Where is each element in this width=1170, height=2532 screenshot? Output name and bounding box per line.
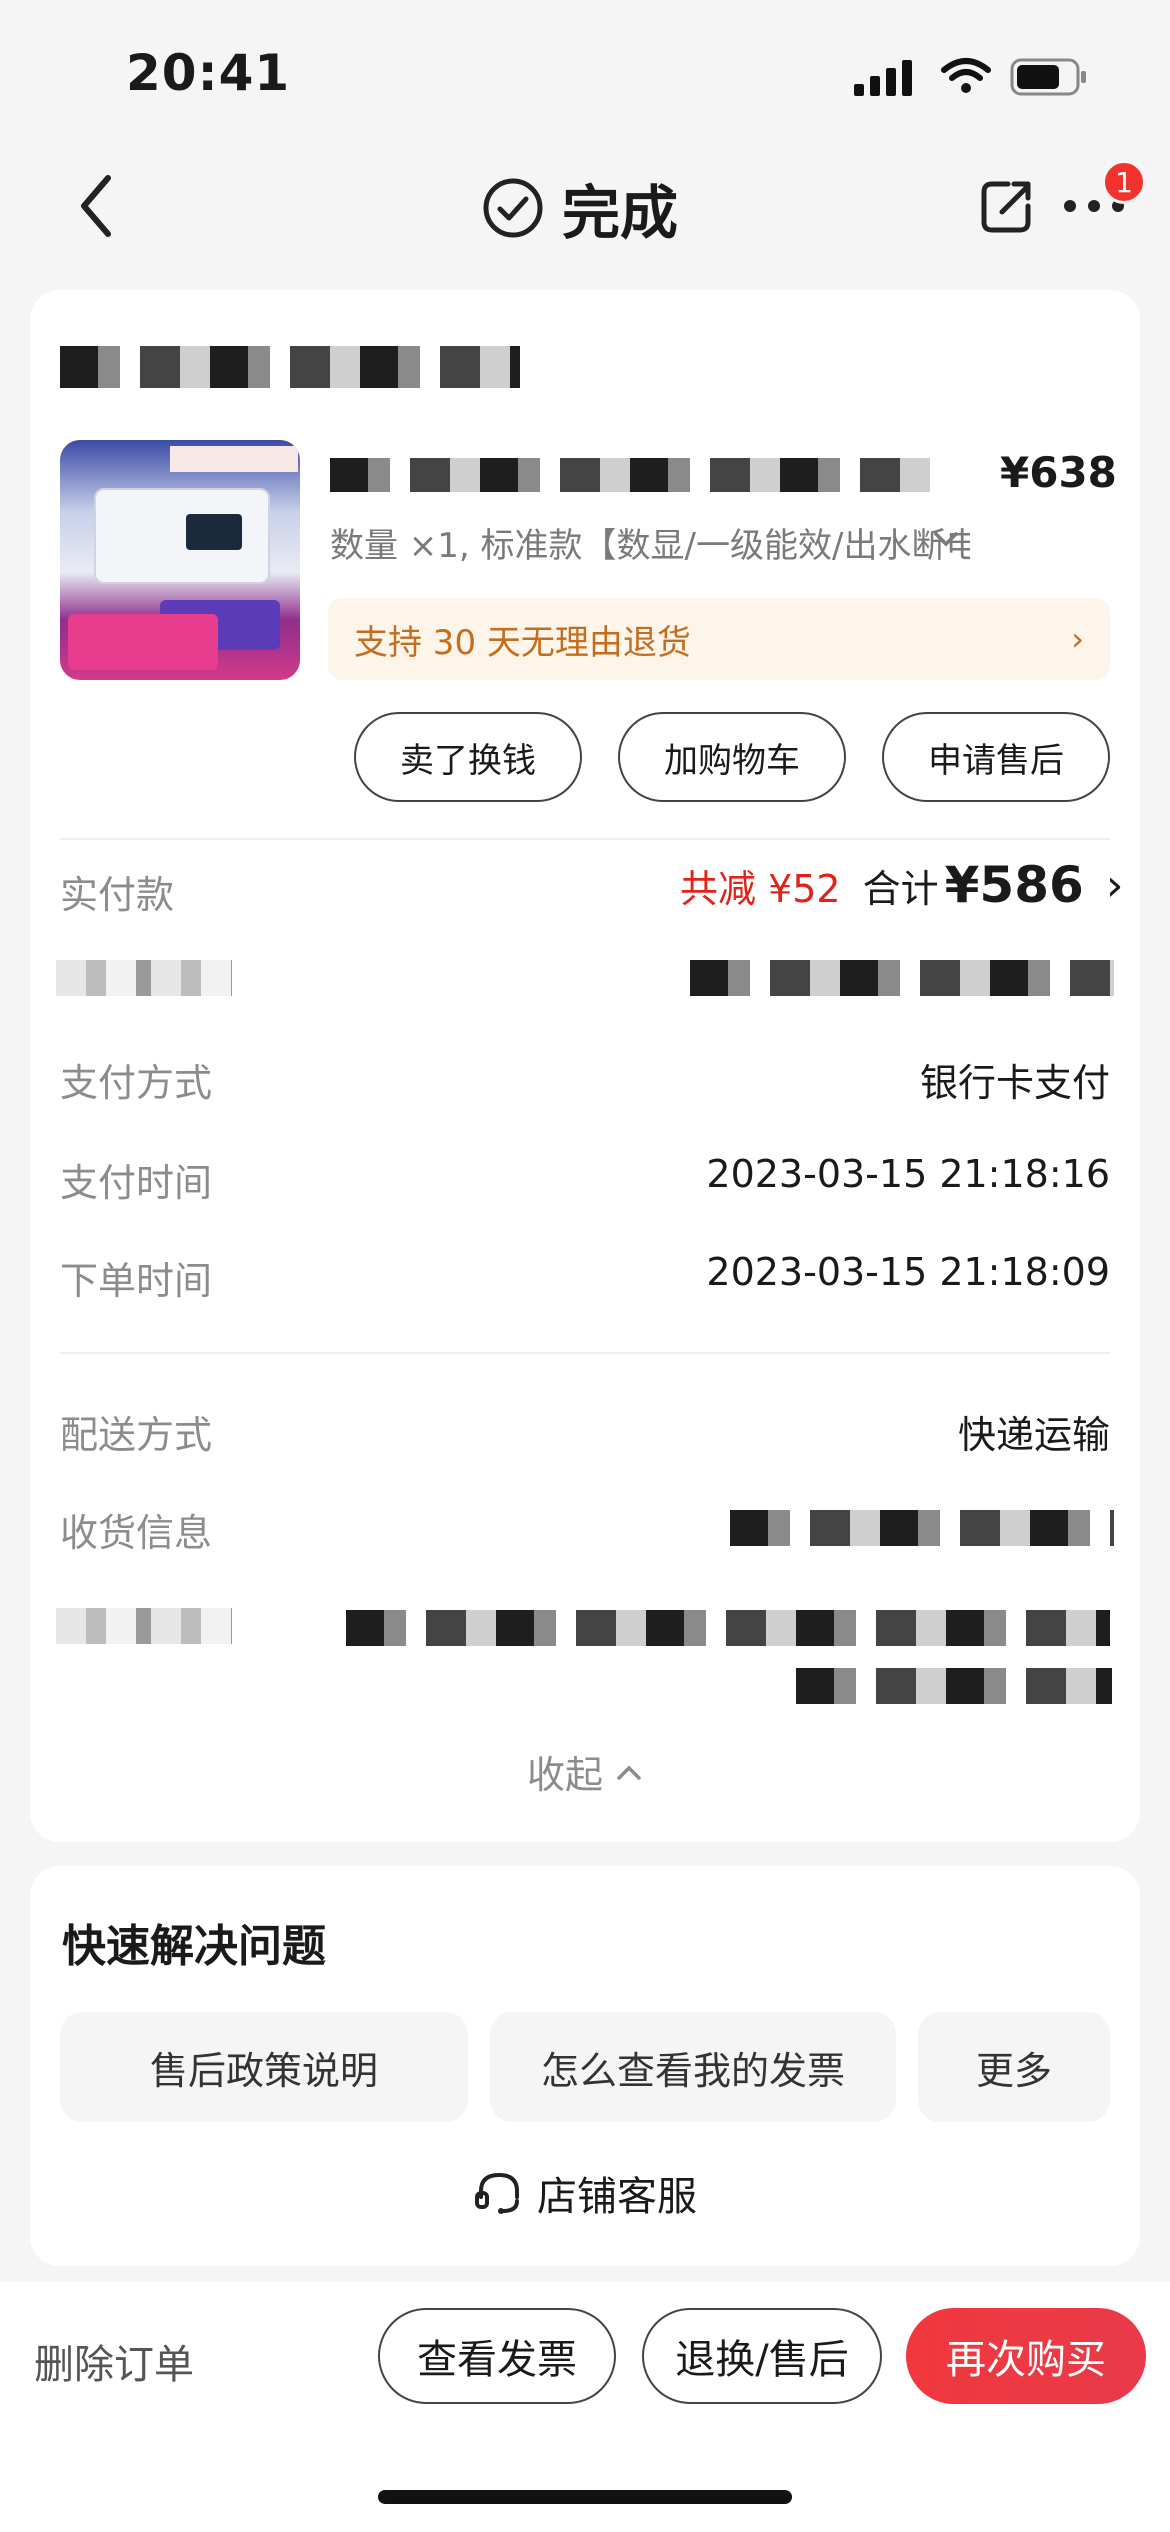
customer-service-label: 店铺客服 bbox=[537, 2174, 697, 2220]
product-price: ¥638 bbox=[1000, 448, 1117, 497]
spec-text: 数量 ×1, 标准款【数显/一级能效/出水断电】 bbox=[330, 526, 970, 566]
back-icon[interactable] bbox=[76, 172, 116, 240]
status-time: 20:41 bbox=[126, 44, 291, 102]
product-title-redacted[interactable] bbox=[330, 458, 930, 492]
redacted-label bbox=[56, 960, 232, 996]
discount-amount: 共减 ¥52 bbox=[680, 866, 841, 911]
product-image[interactable] bbox=[60, 440, 300, 680]
payment-time-value: 2023-03-15 21:18:16 bbox=[706, 1152, 1110, 1196]
page-title: 完成 bbox=[482, 172, 678, 247]
sell-button[interactable]: 卖了换钱 bbox=[354, 712, 582, 802]
redacted-label bbox=[56, 1608, 232, 1644]
return-exchange-button[interactable]: 退换/售后 bbox=[642, 2308, 882, 2404]
store-name-redacted bbox=[60, 346, 520, 388]
collapse-label: 收起 bbox=[526, 1753, 603, 1797]
share-icon[interactable] bbox=[978, 178, 1034, 236]
order-time-value: 2023-03-15 21:18:09 bbox=[706, 1250, 1110, 1294]
shipping-info-redacted bbox=[730, 1510, 1114, 1546]
title-text: 完成 bbox=[562, 179, 679, 247]
return-policy-text: 支持 30 天无理由退货 bbox=[354, 622, 691, 663]
return-policy-bar[interactable]: 支持 30 天无理由退货 › bbox=[328, 598, 1110, 680]
wifi-icon bbox=[941, 58, 991, 93]
delete-order-button[interactable]: 删除订单 bbox=[34, 2332, 194, 2390]
home-indicator[interactable] bbox=[378, 2490, 792, 2504]
signal-icon bbox=[854, 60, 912, 96]
address-redacted bbox=[346, 1610, 1110, 1646]
order-time-label: 下单时间 bbox=[60, 1259, 213, 1303]
view-invoice-button[interactable]: 查看发票 bbox=[378, 2308, 616, 2404]
buy-again-button[interactable]: 再次购买 bbox=[906, 2308, 1146, 2404]
battery-icon bbox=[1010, 58, 1086, 96]
payment-method-value: 银行卡支付 bbox=[919, 1061, 1110, 1105]
address-redacted bbox=[796, 1668, 1112, 1704]
customer-service-button[interactable]: 店铺客服 bbox=[0, 2164, 1170, 2222]
chevron-down-icon[interactable] bbox=[932, 530, 960, 548]
product-spec[interactable]: 数量 ×1, 标准款【数显/一级能效/出水断电】 bbox=[330, 518, 970, 567]
paid-summary[interactable]: 共减 ¥52 合计 ¥586 › bbox=[680, 856, 1123, 914]
paid-label: 实付款 bbox=[60, 873, 175, 917]
total-amount: ¥586 bbox=[944, 856, 1084, 914]
headset-icon bbox=[475, 2172, 519, 2214]
divider bbox=[60, 838, 1110, 840]
chip-more[interactable]: 更多 bbox=[918, 2012, 1110, 2122]
payment-time-label: 支付时间 bbox=[60, 1161, 213, 1205]
chip-invoice-help[interactable]: 怎么查看我的发票 bbox=[490, 2012, 896, 2122]
add-to-cart-button[interactable]: 加购物车 bbox=[618, 712, 846, 802]
divider bbox=[60, 1352, 1110, 1354]
delivery-method-value: 快递运输 bbox=[957, 1413, 1110, 1457]
shipping-info-label: 收货信息 bbox=[60, 1511, 213, 1555]
chevron-up-icon bbox=[617, 1765, 641, 1780]
check-circle-icon bbox=[483, 178, 543, 238]
delivery-method-label: 配送方式 bbox=[60, 1413, 213, 1457]
notification-badge: 1 bbox=[1102, 160, 1146, 204]
chip-after-sale-policy[interactable]: 售后政策说明 bbox=[60, 2012, 468, 2122]
chevron-right-icon: › bbox=[1071, 620, 1084, 658]
redacted-value bbox=[690, 960, 1114, 996]
chevron-right-icon: › bbox=[1105, 859, 1124, 911]
payment-method-label: 支付方式 bbox=[60, 1061, 213, 1105]
help-title: 快速解决问题 bbox=[62, 1921, 326, 1972]
after-sale-button[interactable]: 申请售后 bbox=[882, 712, 1110, 802]
total-label: 合计 bbox=[862, 867, 939, 911]
collapse-toggle[interactable]: 收起 bbox=[0, 1744, 1170, 1799]
